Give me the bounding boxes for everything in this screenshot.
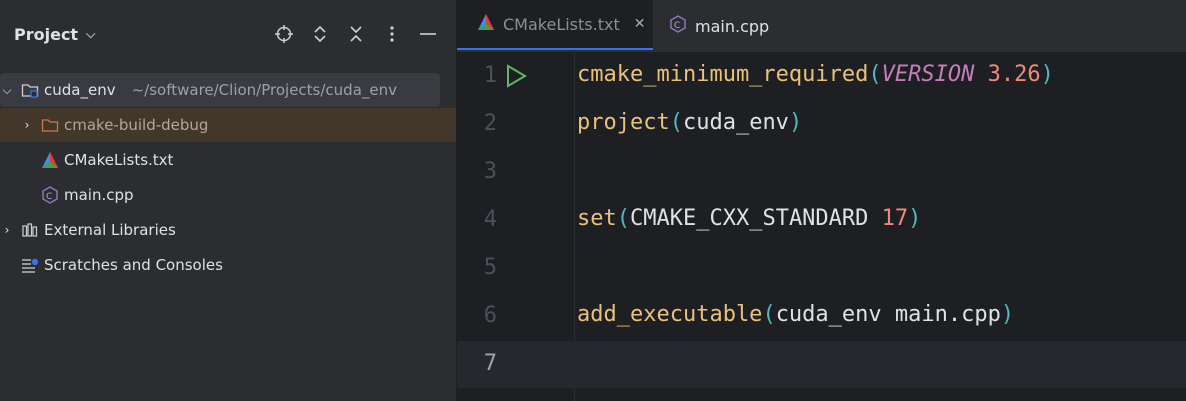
scratches-icon <box>20 256 40 274</box>
project-path: ~/software/Clion/Projects/cuda_env <box>131 81 398 99</box>
collapse-all-icon[interactable] <box>346 24 366 44</box>
cmake-icon <box>477 13 495 35</box>
line-number: 6 <box>483 303 497 328</box>
project-panel-header: Project ⌵ <box>0 0 456 68</box>
tab-main-cpp[interactable]: C main.cpp <box>669 0 799 52</box>
project-view-selector[interactable]: Project ⌵ <box>14 25 95 44</box>
tree-item-cmakelists[interactable]: CMakeLists.txt <box>0 143 456 177</box>
line-number: 4 <box>483 207 497 232</box>
cpp-file-icon: C <box>669 15 687 37</box>
tree-item-label: External Libraries <box>44 221 176 239</box>
project-panel: Project ⌵ ⌵ cuda_env ~/software/Clion/Pr… <box>0 0 456 401</box>
locate-icon[interactable] <box>274 24 294 44</box>
line-number: 2 <box>483 111 497 136</box>
tree-item-label: Scratches and Consoles <box>44 256 223 274</box>
project-title: Project <box>14 25 79 44</box>
module-folder-icon <box>20 81 40 99</box>
tree-item-root[interactable]: ⌵ cuda_env ~/software/Clion/Projects/cud… <box>0 73 440 107</box>
cmake-icon <box>40 151 60 169</box>
code-line[interactable]: 3 <box>457 149 1186 196</box>
code-text: add_executable(cuda_env main.cpp) <box>577 302 1015 327</box>
code-line[interactable]: 1 cmake_minimum_required(VERSION 3.26) <box>457 53 1186 100</box>
chevron-down-icon[interactable]: ⌵ <box>0 83 14 98</box>
line-number: 5 <box>483 255 497 280</box>
excluded-folder-icon <box>40 116 60 134</box>
editor-tabs: CMakeLists.txt ✕ C main.cpp <box>457 0 1186 53</box>
code-line[interactable]: 6 add_executable(cuda_env main.cpp) <box>457 293 1186 340</box>
tab-label: CMakeLists.txt <box>503 14 620 34</box>
tree-item-main-cpp[interactable]: C main.cpp <box>0 178 456 212</box>
library-icon <box>20 221 40 239</box>
run-icon[interactable] <box>505 64 527 92</box>
chevron-down-icon: ⌵ <box>86 27 96 41</box>
chevron-right-icon[interactable]: › <box>20 118 34 132</box>
more-icon[interactable] <box>382 24 402 44</box>
minimize-icon[interactable] <box>418 24 438 44</box>
code-text: set(CMAKE_CXX_STANDARD 17) <box>577 206 922 231</box>
tree-item-label: cuda_env <box>44 81 116 99</box>
tree-item-label: CMakeLists.txt <box>64 151 174 169</box>
tree-item-scratches[interactable]: Scratches and Consoles <box>0 248 456 282</box>
code-line-current[interactable]: 7 <box>457 341 1186 388</box>
line-number: 1 <box>483 63 497 88</box>
close-icon[interactable]: ✕ <box>634 16 646 32</box>
tab-label: main.cpp <box>695 16 770 36</box>
code-text: project(cuda_env) <box>577 110 803 135</box>
tree-item-label: main.cpp <box>64 186 134 204</box>
svg-text:C: C <box>674 21 680 31</box>
code-line[interactable]: 2 project(cuda_env) <box>457 101 1186 148</box>
line-number: 7 <box>483 351 497 376</box>
svg-text:C: C <box>46 192 52 202</box>
tree-item-cmake-build-debug[interactable]: › cmake-build-debug <box>0 108 456 142</box>
expand-all-icon[interactable] <box>310 24 330 44</box>
tree-item-external-libraries[interactable]: › External Libraries <box>0 213 456 247</box>
code-editor[interactable]: 1 cmake_minimum_required(VERSION 3.26) 2… <box>457 53 1186 401</box>
tree-item-label: cmake-build-debug <box>64 116 209 134</box>
code-line[interactable]: 5 <box>457 245 1186 292</box>
chevron-right-icon[interactable]: › <box>0 223 14 237</box>
tab-cmakelists[interactable]: CMakeLists.txt ✕ <box>457 0 653 50</box>
code-text: cmake_minimum_required(VERSION 3.26) <box>577 62 1054 87</box>
cpp-file-icon: C <box>40 186 60 204</box>
line-number: 3 <box>483 159 497 184</box>
code-line[interactable]: 4 set(CMAKE_CXX_STANDARD 17) <box>457 197 1186 244</box>
